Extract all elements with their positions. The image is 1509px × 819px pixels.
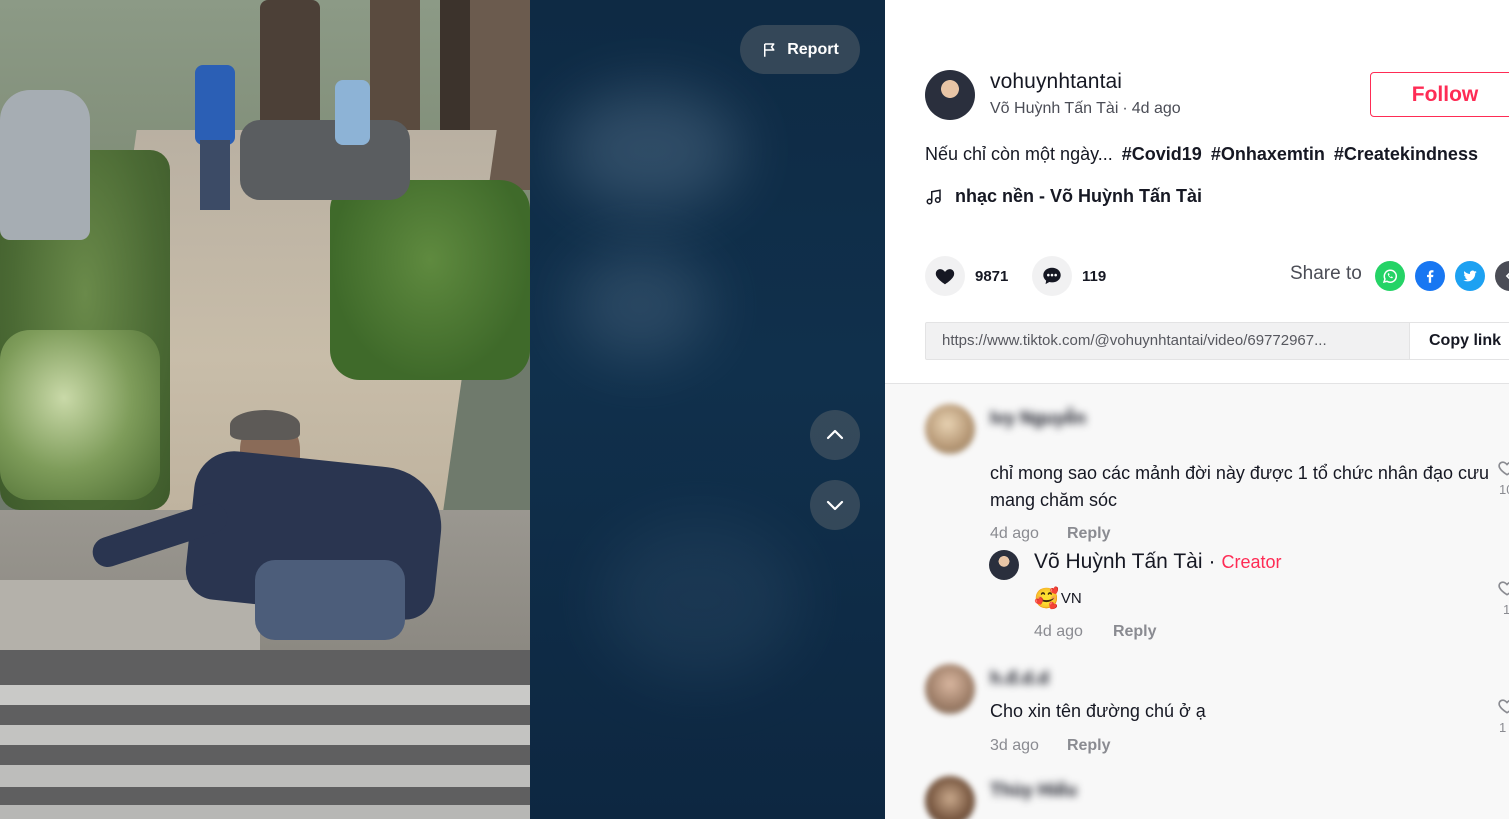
hashtag-link[interactable]: #Createkindness (1334, 144, 1478, 164)
report-button[interactable]: Report (740, 25, 860, 74)
comment-like-count: 10 (1499, 482, 1509, 497)
commenter-avatar[interactable] (925, 776, 975, 819)
post-time: 4d ago (1131, 100, 1181, 117)
comment-icon (1043, 267, 1061, 285)
comment-meta: 3d ago Reply (990, 737, 1111, 755)
comment-meta: 4d ago Reply (990, 525, 1111, 543)
reply-author: Võ Huỳnh Tấn Tài · Creator (1034, 550, 1282, 574)
reply-button[interactable]: Reply (1067, 525, 1111, 543)
commenter-avatar[interactable] (925, 664, 975, 714)
comment-count: 119 (1082, 267, 1107, 285)
commenter-name[interactable]: Ivy Nguyễn (990, 408, 1086, 429)
comment-action: 119 (1032, 256, 1106, 296)
whatsapp-share-button[interactable] (1375, 261, 1405, 291)
whatsapp-icon (1382, 269, 1398, 284)
author-username[interactable]: vohuynhtantai (990, 70, 1122, 94)
video-details-panel: vohuynhtantai Võ Huỳnh Tấn Tài · 4d ago … (885, 0, 1509, 819)
comments-list[interactable]: Ivy Nguyễn chỉ mong sao các mảnh đời này… (885, 383, 1509, 819)
author-display-name: Võ Huỳnh Tấn Tài (990, 100, 1119, 117)
comment-like-count: 1 (1499, 720, 1507, 735)
chevron-left-icon (1505, 272, 1509, 280)
more-share-button[interactable] (1495, 261, 1509, 291)
commenter-name[interactable]: h.đ.d.d (990, 668, 1049, 689)
previous-video-button[interactable] (810, 410, 860, 460)
twitter-icon (1463, 270, 1477, 282)
share-label: Share to (1290, 263, 1362, 284)
comment-text: Cho xin tên đường chú ở ạ (990, 701, 1206, 721)
video-frame (0, 0, 530, 819)
twitter-share-button[interactable] (1455, 261, 1485, 291)
creator-badge: Creator (1221, 552, 1282, 572)
caption-text: Nếu chỉ còn một ngày... (925, 144, 1113, 164)
chevron-down-icon (826, 500, 844, 511)
reply-text-body: VN (1060, 590, 1082, 607)
author-meta: Võ Huỳnh Tấn Tài · 4d ago (990, 100, 1181, 118)
comment-heart-icon[interactable] (1497, 458, 1509, 478)
video-link-field[interactable]: https://www.tiktok.com/@vohuynhtantai/vi… (926, 323, 1409, 359)
report-label: Report (787, 40, 839, 58)
author-avatar[interactable] (925, 70, 975, 120)
like-action: 9871 (925, 256, 1008, 296)
follow-button[interactable]: Follow (1370, 72, 1509, 117)
reply-author-name[interactable]: Võ Huỳnh Tấn Tài (1034, 550, 1203, 574)
reply-time: 4d ago (1034, 623, 1083, 640)
comment-text: chỉ mong sao các mảnh đời này được 1 tổ … (990, 463, 1490, 510)
heart-icon (935, 269, 955, 285)
meta-separator: · (1122, 100, 1128, 117)
flag-icon (764, 42, 775, 57)
share-link-box: https://www.tiktok.com/@vohuynhtantai/vi… (925, 322, 1509, 360)
copy-link-button[interactable]: Copy link (1409, 323, 1509, 359)
facebook-share-button[interactable] (1415, 261, 1445, 291)
video-caption: Nếu chỉ còn một ngày... #Covid19 #Onhaxe… (925, 144, 1478, 165)
creator-avatar[interactable] (989, 550, 1019, 580)
music-note-icon (926, 188, 941, 204)
music-link[interactable]: nhạc nền - Võ Huỳnh Tấn Tài (925, 186, 1202, 207)
next-video-button[interactable] (810, 480, 860, 530)
comment-time: 3d ago (990, 737, 1039, 754)
hashtag-link[interactable]: #Covid19 (1122, 144, 1202, 164)
reply-text: 🥰 VN (1034, 586, 1082, 611)
comment-like-count: 1 (1503, 602, 1509, 617)
commenter-avatar[interactable] (925, 404, 975, 454)
reply-button[interactable]: Reply (1067, 737, 1111, 755)
like-button[interactable] (925, 256, 965, 296)
comment-time: 4d ago (990, 525, 1039, 542)
meta-separator: · (1208, 550, 1216, 573)
smiling-face-hearts-emoji: 🥰 (1034, 588, 1059, 610)
video-player[interactable]: Report (0, 0, 885, 819)
facebook-icon (1427, 270, 1434, 283)
reply-meta: 4d ago Reply (1034, 623, 1157, 641)
chevron-up-icon (826, 429, 844, 440)
music-title: nhạc nền - Võ Huỳnh Tấn Tài (955, 186, 1203, 206)
like-count: 9871 (975, 267, 1009, 285)
reply-button[interactable]: Reply (1113, 623, 1157, 641)
comment-heart-icon[interactable] (1497, 696, 1509, 716)
commenter-name[interactable]: Thùy Hiếu (990, 780, 1077, 801)
comment-heart-icon[interactable] (1497, 578, 1509, 598)
comment-button[interactable] (1032, 256, 1072, 296)
hashtag-link[interactable]: #Onhaxemtin (1211, 144, 1325, 164)
